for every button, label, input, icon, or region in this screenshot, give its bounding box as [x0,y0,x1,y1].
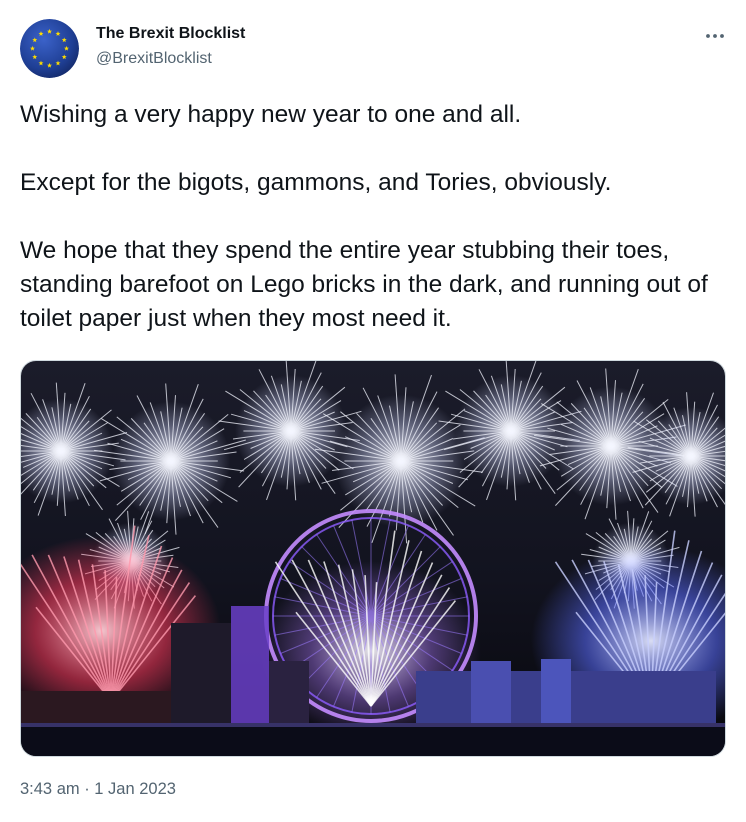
author-handle[interactable]: @BrexitBlocklist [96,50,212,68]
tweet-paragraph: We hope that they spend the entire year … [20,237,708,332]
tweet-text: Wishing a very happy new year to one and… [20,98,730,336]
fireworks-photo [21,361,725,756]
tweet-card: The Brexit Blocklist @BrexitBlocklist Wi… [0,0,746,822]
more-options-button[interactable] [700,24,730,48]
tweet-paragraph: Wishing a very happy new year to one and… [20,101,522,128]
avatar[interactable] [20,19,79,78]
tweet-photo[interactable] [20,360,726,757]
tweet-timestamp[interactable]: 3:43 am · 1 Jan 2023 [20,780,176,799]
eu-flag-icon [20,19,79,78]
author-display-name[interactable]: The Brexit Blocklist [96,25,245,43]
more-icon [706,34,724,38]
tweet-paragraph: Except for the bigots, gammons, and Tori… [20,169,612,196]
